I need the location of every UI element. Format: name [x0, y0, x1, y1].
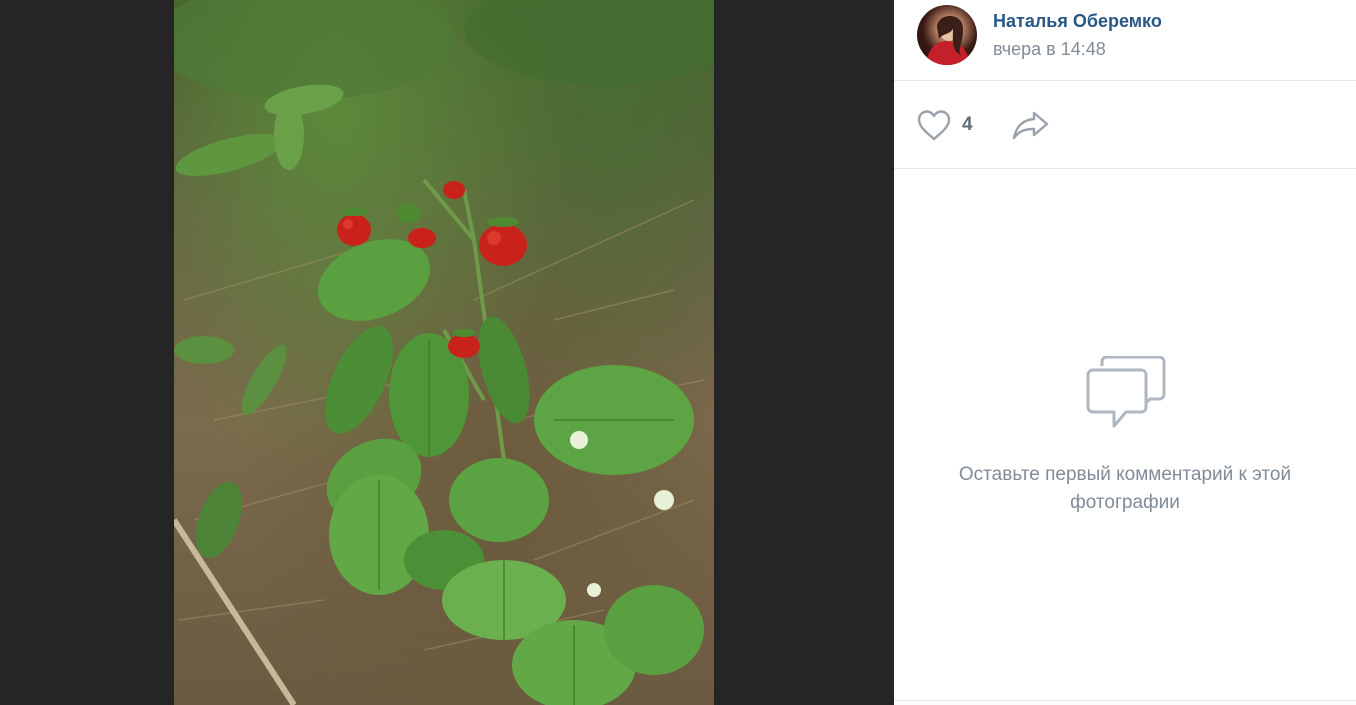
photo-side-panel: Наталья Оберемко вчера в 14:48 4 Оставьт… — [894, 0, 1356, 705]
like-button[interactable]: 4 — [916, 107, 973, 143]
avatar[interactable] — [917, 5, 977, 65]
action-bar: 4 — [894, 81, 1356, 169]
photo-illustration — [174, 0, 714, 705]
author-name[interactable]: Наталья Оберемко — [993, 11, 1162, 32]
share-arrow-icon — [1012, 111, 1049, 140]
post-time[interactable]: вчера в 14:48 — [993, 39, 1106, 60]
photo[interactable] — [174, 0, 714, 705]
avatar-image — [925, 16, 971, 65]
author-header: Наталья Оберемко вчера в 14:48 — [894, 0, 1356, 81]
heart-icon — [917, 110, 951, 141]
comments-icon — [1086, 356, 1166, 428]
photo-viewer — [0, 0, 894, 705]
like-count: 4 — [962, 114, 973, 135]
comment-input-area[interactable] — [894, 700, 1356, 705]
share-button[interactable] — [1012, 107, 1052, 143]
comments-empty-state: Оставьте первый комментарий к этой фотог… — [894, 169, 1356, 700]
empty-comments-text: Оставьте первый комментарий к этой фотог… — [958, 464, 1292, 513]
